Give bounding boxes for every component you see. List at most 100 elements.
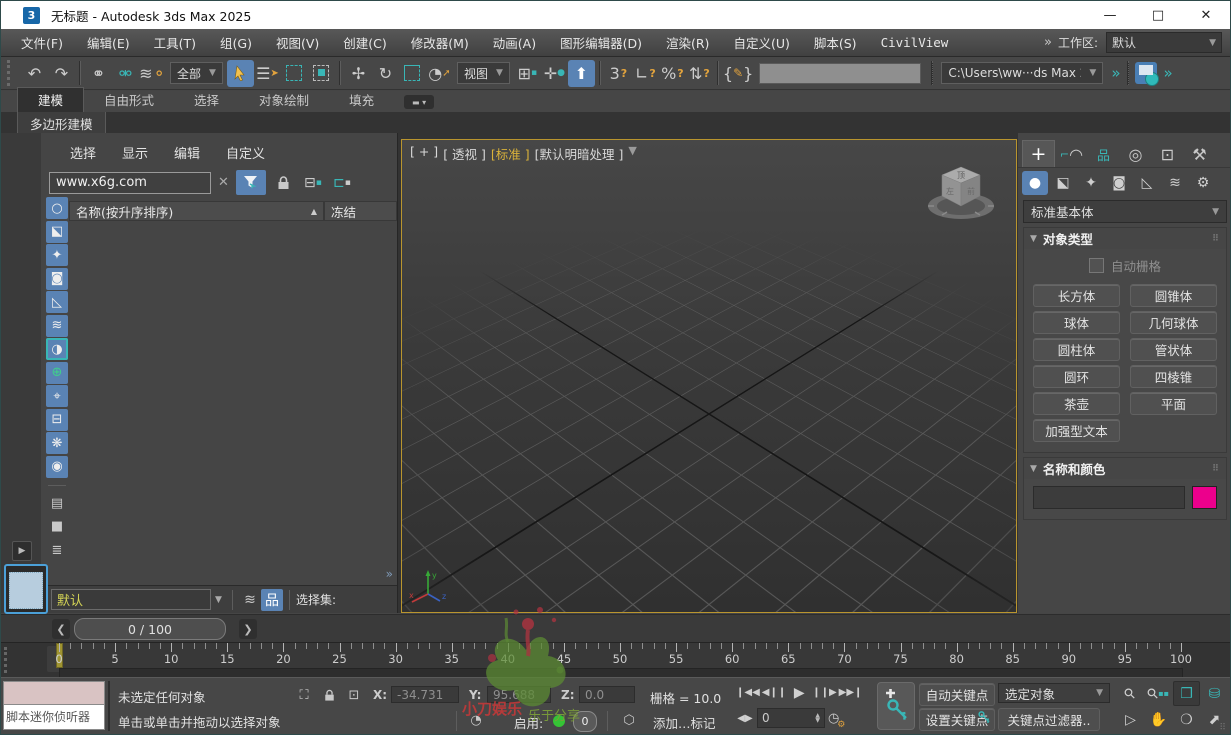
menu-edit[interactable]: 编辑(E) bbox=[75, 33, 142, 52]
minimize-button[interactable]: — bbox=[1086, 1, 1134, 29]
tube-button[interactable]: 管状体 bbox=[1130, 338, 1217, 361]
edit-named-selections-icon[interactable]: {✎} bbox=[723, 60, 753, 87]
spacewarps-category-icon[interactable]: ≋ bbox=[1162, 171, 1188, 195]
timeline-ruler[interactable]: 0 5 10 15 20 25 30 35 40 45 50 55 60 65 70 75 80 85 90 95 10… bbox=[59, 643, 1181, 669]
viewport-filter-icon[interactable]: ▼ bbox=[628, 144, 636, 163]
shapes-category-icon[interactable]: ⬕ bbox=[1050, 171, 1076, 195]
pyramid-button[interactable]: 四棱锥 bbox=[1130, 365, 1217, 388]
explorer-menu-edit[interactable]: 编辑 bbox=[165, 143, 209, 162]
x-coordinate-field[interactable]: -34.731 bbox=[391, 686, 459, 703]
save-file-icon[interactable] bbox=[1133, 60, 1160, 87]
ribbon-tab-modeling[interactable]: 建模 bbox=[17, 87, 84, 112]
swatch-view-icon[interactable]: ■ bbox=[46, 516, 68, 538]
time-configuration-icon[interactable]: ◷ ⚙ bbox=[828, 711, 839, 726]
menu-group[interactable]: 组(G) bbox=[208, 33, 264, 52]
menu-modifiers[interactable]: 修改器(M) bbox=[399, 33, 481, 52]
detail-view-icon[interactable]: ≣ bbox=[46, 539, 68, 561]
name-color-rollout-header[interactable]: ▼ 名称和颜色 ⠿ bbox=[1024, 458, 1226, 479]
key-filters-button[interactable]: 关键点过滤器.. bbox=[998, 708, 1100, 731]
perspective-viewport[interactable]: [ + ] [ 透视 ] [标准 ] [默认明暗处理 ] ▼ 顶 左 前 x y… bbox=[401, 139, 1017, 613]
geometry-type-dropdown[interactable]: 标准基本体 ▼ bbox=[1023, 200, 1227, 223]
explorer-menu-customize[interactable]: 自定义 bbox=[217, 143, 274, 162]
filter-button[interactable] bbox=[236, 170, 266, 195]
ribbon-tab-selection[interactable]: 选择 bbox=[174, 88, 239, 112]
menu-graph-editors[interactable]: 图形编辑器(D) bbox=[548, 33, 654, 52]
progressive-display-icon[interactable]: ◔ bbox=[466, 711, 486, 729]
select-by-name-icon[interactable]: ☰ ➤ bbox=[254, 60, 281, 87]
textplus-button[interactable]: 加强型文本 bbox=[1033, 419, 1120, 442]
dependency-view-icon[interactable]: ⊏ ▪ bbox=[331, 172, 353, 194]
isolate-selection-icon[interactable]: ⛶ bbox=[294, 686, 314, 704]
toolbar-overflow-icon[interactable]: » bbox=[1111, 64, 1118, 82]
maximize-button[interactable]: □ bbox=[1134, 1, 1182, 29]
hierarchy-tab-icon[interactable]: 品 bbox=[1088, 141, 1119, 167]
lock-icon[interactable] bbox=[273, 172, 295, 194]
sphere-button[interactable]: 球体 bbox=[1033, 311, 1120, 334]
zoom-icon[interactable]: ⚲ bbox=[1117, 681, 1144, 706]
list-view-icon[interactable]: ▤ bbox=[46, 492, 68, 514]
selected-filter-dropdown[interactable]: 选定对象 ▼ bbox=[998, 683, 1110, 703]
absolute-mode-icon[interactable]: ⊡ bbox=[344, 686, 364, 704]
ribbon-tab-populate[interactable]: 填充 bbox=[329, 88, 394, 112]
display-particles-icon[interactable]: ❋ bbox=[46, 432, 68, 454]
workspace-dropdown[interactable]: 默认 ▼ bbox=[1106, 32, 1222, 53]
utilities-tab-icon[interactable]: ⚒ bbox=[1184, 141, 1215, 167]
explorer-search-input[interactable] bbox=[49, 172, 211, 194]
maxscript-mini-listener[interactable]: 脚本迷你侦听器 bbox=[3, 681, 105, 730]
viewport-layout-tab[interactable] bbox=[4, 564, 48, 614]
menu-overflow-icon[interactable]: » bbox=[1044, 35, 1050, 50]
pan-icon[interactable]: ✋ bbox=[1145, 707, 1172, 732]
menu-customize[interactable]: 自定义(U) bbox=[721, 33, 801, 52]
undo-icon[interactable]: ↶ bbox=[21, 60, 48, 87]
ribbon-minimize-dropdown[interactable]: ▬ ▾ bbox=[404, 95, 434, 109]
named-set-dropdown[interactable]: 默认 bbox=[51, 589, 211, 610]
toolbar-overflow2-icon[interactable]: » bbox=[1164, 64, 1171, 82]
trackbar-grip[interactable] bbox=[4, 647, 13, 673]
percent-snap-icon[interactable]: %? bbox=[659, 60, 686, 87]
viewport-pov-menu[interactable]: [ 透视 ] bbox=[443, 144, 486, 163]
named-selection-input[interactable] bbox=[759, 63, 921, 84]
cylinder-button[interactable]: 圆柱体 bbox=[1033, 338, 1120, 361]
layers-icon[interactable]: ≋ bbox=[239, 589, 261, 611]
torus-button[interactable]: 圆环 bbox=[1033, 365, 1120, 388]
create-tab-icon[interactable]: + bbox=[1022, 140, 1055, 167]
time-slider-handle[interactable]: 0 / 100 bbox=[74, 618, 226, 640]
object-name-input[interactable] bbox=[1033, 486, 1185, 509]
schematic-view-icon[interactable]: 品 bbox=[261, 589, 283, 611]
menu-file[interactable]: 文件(F) bbox=[9, 33, 75, 52]
display-geometry-icon[interactable]: ○ bbox=[46, 197, 68, 219]
lights-category-icon[interactable]: ✦ bbox=[1078, 171, 1104, 195]
add-time-tag[interactable]: 添加…标记 bbox=[653, 713, 716, 732]
geometry-category-icon[interactable]: ● bbox=[1022, 171, 1048, 195]
viewport-shading-menu[interactable]: [默认明暗处理 ] bbox=[535, 144, 624, 163]
previous-frame-arrow[interactable]: ❮ bbox=[52, 619, 70, 639]
angle-snap-icon[interactable]: ∟? bbox=[632, 60, 659, 87]
link-icon[interactable]: ⚭ bbox=[85, 60, 112, 87]
systems-category-icon[interactable]: ⚙ bbox=[1190, 171, 1216, 195]
display-containers-icon[interactable]: ⊟ bbox=[46, 409, 68, 431]
object-color-swatch[interactable] bbox=[1192, 486, 1217, 509]
object-type-rollout-header[interactable]: ▼ 对象类型 ⠿ bbox=[1024, 228, 1226, 249]
frame-spinner[interactable]: ▲ ▼ bbox=[815, 713, 820, 723]
redo-icon[interactable]: ↷ bbox=[48, 60, 75, 87]
cone-button[interactable]: 圆锥体 bbox=[1130, 284, 1217, 307]
chevron-down-icon[interactable]: ▼ bbox=[211, 590, 226, 609]
key-filters-icon[interactable] bbox=[977, 709, 992, 728]
explorer-menu-select[interactable]: 选择 bbox=[61, 143, 105, 162]
clear-search-icon[interactable]: ✕ bbox=[218, 175, 229, 190]
display-tab-icon[interactable]: ⊡ bbox=[1152, 141, 1183, 167]
use-pivot-center-icon[interactable]: ⊞ ▪ bbox=[514, 60, 541, 87]
column-header-frozen[interactable]: 冻结 bbox=[324, 201, 397, 221]
display-shapes-icon[interactable]: ⬕ bbox=[46, 221, 68, 243]
zoom-extents-all-icon[interactable]: ⛁ bbox=[1201, 681, 1228, 706]
autogrid-checkbox[interactable] bbox=[1089, 258, 1104, 273]
z-coordinate-field[interactable]: 0.0 bbox=[579, 686, 635, 703]
rect-selection-region-icon[interactable] bbox=[281, 60, 308, 87]
menu-views[interactable]: 视图(V) bbox=[264, 33, 331, 52]
menu-animation[interactable]: 动画(A) bbox=[481, 33, 548, 52]
select-and-rotate-icon[interactable]: ↻ bbox=[372, 60, 399, 87]
helpers-category-icon[interactable]: ◺ bbox=[1134, 171, 1160, 195]
ribbon-tab-object-paint[interactable]: 对象绘制 bbox=[239, 88, 329, 112]
bind-to-spacewarp-icon[interactable]: ≋ ⚬ bbox=[139, 60, 166, 87]
previous-frame-icon[interactable]: ◀❙❙ bbox=[762, 683, 786, 702]
